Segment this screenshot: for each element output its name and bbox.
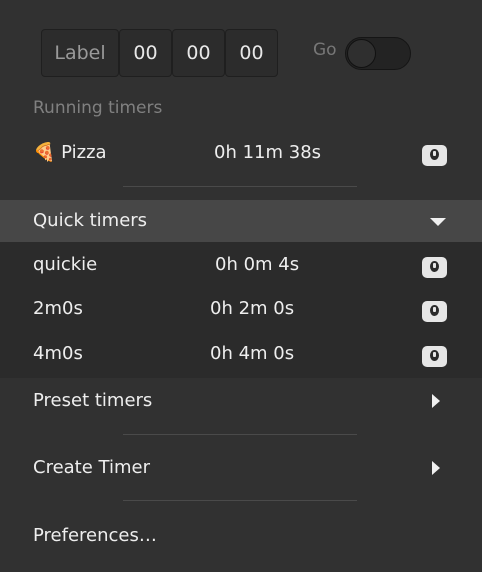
running-timer-name: 🍕 Pizza — [33, 142, 107, 163]
label-field[interactable]: Label — [41, 29, 119, 77]
quick-timer-name: quickie — [33, 254, 98, 275]
triangle-down-icon — [430, 218, 446, 226]
running-timer-row[interactable]: 🍕 Pizza 0h 11m 38s — [0, 132, 482, 176]
create-timer-label: Create Timer — [33, 457, 150, 478]
stopwatch-icon[interactable] — [422, 346, 447, 367]
quick-timer-name: 2m0s — [33, 298, 83, 319]
triangle-right-icon — [432, 394, 440, 408]
running-timers-heading: Running timers — [33, 98, 163, 118]
go-label: Go — [313, 40, 337, 60]
quick-timers-list: quickie 0h 0m 4s 2m0s 0h 2m 0s 4m0s 0h 4… — [0, 242, 482, 378]
preset-timers-label: Preset timers — [33, 390, 153, 411]
preset-timers-menu-item[interactable]: Preset timers — [0, 382, 482, 422]
hours-field[interactable]: 00 — [119, 29, 172, 77]
quick-timer-time: 0h 2m 0s — [210, 298, 295, 319]
toggle-knob — [347, 39, 376, 68]
pizza-emoji: 🍕 — [33, 142, 56, 163]
quick-timers-title: Quick timers — [33, 210, 148, 231]
quick-timer-row[interactable]: quickie 0h 0m 4s — [0, 244, 482, 288]
quick-timer-row[interactable]: 2m0s 0h 2m 0s — [0, 288, 482, 332]
seconds-field[interactable]: 00 — [225, 29, 278, 77]
quick-timer-row[interactable]: 4m0s 0h 4m 0s — [0, 333, 482, 377]
triangle-right-icon — [432, 461, 440, 475]
quick-timer-name: 4m0s — [33, 343, 83, 364]
preferences-menu-item[interactable]: Preferences… — [0, 517, 482, 557]
quick-timer-time: 0h 0m 4s — [215, 254, 300, 275]
quick-timers-header[interactable]: Quick timers — [0, 200, 482, 242]
stopwatch-icon[interactable] — [422, 301, 447, 322]
running-timer-time: 0h 11m 38s — [214, 142, 322, 163]
stopwatch-icon[interactable] — [422, 257, 447, 278]
separator — [123, 186, 357, 187]
minutes-field[interactable]: 00 — [172, 29, 225, 77]
quick-timer-time: 0h 4m 0s — [210, 343, 295, 364]
separator — [123, 434, 357, 435]
create-timer-menu-item[interactable]: Create Timer — [0, 449, 482, 489]
preferences-label: Preferences… — [33, 525, 157, 546]
separator — [123, 500, 357, 501]
running-timer-label: Pizza — [61, 142, 107, 163]
stopwatch-icon[interactable] — [422, 145, 447, 166]
go-toggle[interactable] — [345, 37, 411, 70]
